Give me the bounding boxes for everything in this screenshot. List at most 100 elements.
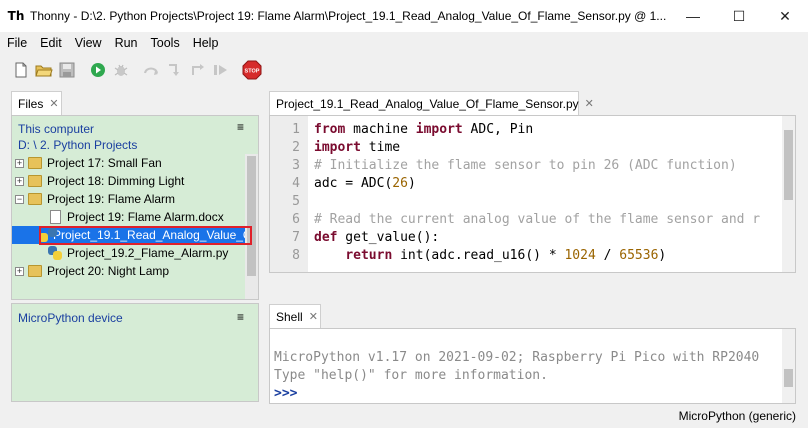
resume-button[interactable] [210,59,232,81]
bug-icon [114,64,128,76]
files-scrollbar[interactable] [245,154,258,299]
save-button[interactable] [56,59,78,81]
tree-item-project-20[interactable]: + Project 20: Night Lamp [12,262,246,280]
shell-prompt[interactable]: >>> [274,385,297,403]
interpreter-selector[interactable]: MicroPython (generic) [679,409,796,423]
open-file-button[interactable] [33,59,55,81]
window-title: Thonny - D:\2. Python Projects\Project 1… [30,9,667,23]
minimize-button[interactable]: — [670,0,716,32]
tree-item-label: Project 18: Dimming Light [47,174,185,188]
run-button[interactable] [87,59,109,81]
editor-scrollbar[interactable] [782,116,795,272]
code-line: # Read the current analog value of the f… [314,212,761,227]
code-line: return int(adc.read_u16() * 1024 / 65536… [345,248,667,263]
step-out-button[interactable] [187,59,209,81]
expand-icon[interactable]: + [15,266,24,276]
menu-tools[interactable]: Tools [144,36,186,50]
line-number: 5 [292,194,300,209]
shell-scrollbar[interactable] [782,329,795,403]
document-icon [50,210,61,224]
shell-output-line: Type "help()" for more information. [274,368,548,383]
stop-button[interactable]: STOP [241,59,263,81]
folder-icon [28,265,42,277]
tab-shell[interactable]: Shell ✕ [269,304,321,328]
shell-console[interactable]: MicroPython v1.17 on 2021-09-02; Raspber… [269,328,796,404]
tab-editor-file[interactable]: Project_19.1_Read_Analog_Value_Of_Flame_… [269,91,594,115]
expand-icon[interactable]: + [15,158,24,168]
new-file-icon [15,62,27,78]
line-number: 3 [292,158,300,173]
tab-files-label: Files [18,96,44,111]
menu-edit[interactable]: Edit [33,36,68,50]
tree-item-flame-sensor-py[interactable]: Project_19.1_Read_Analog_Value_Of_Flame_… [12,226,246,244]
step-out-icon [192,64,204,75]
menu-help[interactable]: Help [186,36,225,50]
resume-icon [214,65,227,75]
folder-open-icon [28,193,42,205]
location-computer: This computer [18,122,95,136]
tree-item-label: Project 17: Small Fan [47,156,162,170]
line-number: 2 [292,140,300,155]
code-line: import time [314,140,401,155]
code-line: # Initialize the flame sensor to pin 26 … [314,158,737,173]
tree-item-project-18[interactable]: + Project 18: Dimming Light [12,172,246,190]
close-button[interactable]: ✕ [762,0,808,32]
shell-output-line: MicroPython v1.17 on 2021-09-02; Raspber… [274,350,760,365]
close-icon[interactable]: ✕ [585,97,594,110]
run-icon [91,63,105,77]
step-into-icon [169,64,179,76]
line-number-gutter: 1 2 3 4 5 6 7 8 [270,116,308,272]
new-file-button[interactable] [10,59,32,81]
maximize-button[interactable]: ☐ [716,0,762,32]
folder-icon [28,175,42,187]
menu-view[interactable]: View [68,36,108,50]
line-number: 4 [292,176,300,191]
close-icon[interactable]: ✕ [309,310,318,323]
code-line: from machine import ADC, Pin [314,122,534,137]
collapse-icon[interactable]: − [15,194,24,204]
tree-item-flame-alarm-py[interactable]: Project_19.2_Flame_Alarm.py [12,244,246,262]
title-bar: Th Thonny - D:\2. Python Projects\Projec… [0,0,808,32]
status-bar: MicroPython (generic) [0,404,808,428]
stop-icon: STOP [242,60,262,80]
tree-item-label: Project_19.2_Flame_Alarm.py [67,246,229,260]
python-file-icon [48,246,62,260]
editor-tab-label: Project_19.1_Read_Analog_Value_Of_Flame_… [276,96,579,111]
debug-button[interactable] [110,59,132,81]
code-line: adc = ADC(26) [314,176,416,191]
device-menu-icon[interactable]: ≡ [237,310,244,324]
files-panel: This computer D: \ 2. Python Projects ≡ … [11,115,259,300]
thonny-logo-icon: Th [7,9,25,23]
expand-icon[interactable]: + [15,176,24,186]
tree-item-label: Project 20: Night Lamp [47,264,170,278]
tree-item-label: Project 19: Flame Alarm.docx [67,210,224,224]
menu-file[interactable]: File [0,36,33,50]
menu-run[interactable]: Run [108,36,144,50]
tree-item-label: Project_19.1_Read_Analog_Value_Of_Flame_… [53,228,246,242]
step-over-button[interactable] [141,59,163,81]
tree-item-label: Project 19: Flame Alarm [47,192,176,206]
shell-tab-label: Shell [276,309,303,324]
code-line: def get_value(): [314,230,440,245]
tree-item-project-17[interactable]: + Project 17: Small Fan [12,154,246,172]
location-path: D: \ 2. Python Projects [18,138,138,152]
tree-item-docx[interactable]: Project 19: Flame Alarm.docx [12,208,246,226]
menu-bar: File Edit View Run Tools Help [0,32,808,54]
window-controls: — ☐ ✕ [670,0,808,32]
svg-text:STOP: STOP [245,69,260,75]
files-menu-icon[interactable]: ≡ [237,120,244,134]
close-icon[interactable]: ✕ [49,97,58,110]
line-number: 7 [292,230,300,245]
toolbar: STOP [0,55,808,85]
code-editor[interactable]: 1 2 3 4 5 6 7 8 from machine import ADC,… [269,115,796,273]
step-into-button[interactable] [164,59,186,81]
code-text[interactable]: from machine import ADC, Pin import time… [314,121,774,265]
micropython-device-panel: MicroPython device ≡ [11,303,259,402]
tree-item-project-19[interactable]: − Project 19: Flame Alarm [12,190,246,208]
location-label[interactable]: This computer D: \ 2. Python Projects [18,121,137,153]
tab-files[interactable]: Files ✕ [11,91,62,115]
folder-icon [28,157,42,169]
micropython-device-label[interactable]: MicroPython device [18,311,123,325]
open-folder-icon [35,65,53,77]
